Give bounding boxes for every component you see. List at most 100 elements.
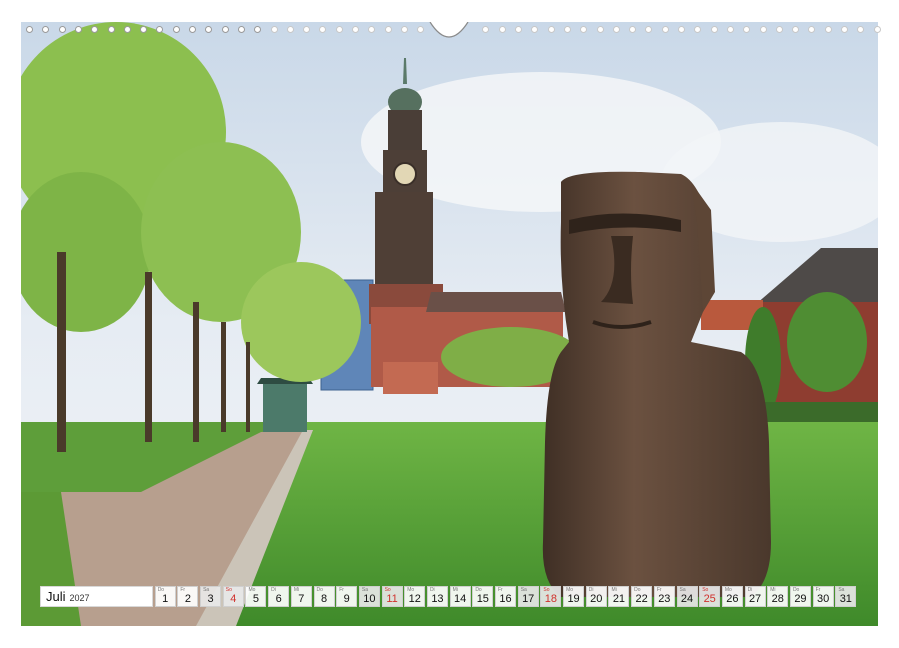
day-number: 14 [454,593,467,605]
binding-ring [808,26,816,33]
binding-ring [775,26,783,33]
day-cell: Di 27 [744,586,766,607]
binding-ring [482,26,490,33]
day-number: 21 [612,593,626,605]
day-number: 9 [343,593,350,605]
day-number: 1 [162,593,169,605]
day-cell: Fr 2 [177,586,199,607]
binding-ring [873,26,881,33]
day-cell: Do 1 [154,586,176,607]
day-cell: Di 6 [268,586,290,607]
day-cell: Fr 9 [336,586,358,607]
binding-ring [759,26,767,33]
day-number: 26 [726,593,739,605]
day-number: 16 [499,593,512,605]
binding-ring [743,26,751,33]
day-cell: Fr 23 [653,586,675,607]
day-cell: Sa 3 [200,586,222,607]
day-number: 6 [275,593,282,605]
kiosk [263,384,307,432]
binding-ring [384,26,392,33]
binding-ring [205,26,213,33]
binding-ring [710,26,718,33]
day-cell: Sa 17 [517,586,539,607]
binding-ring [417,26,425,33]
binding-ring [352,26,359,33]
binding-ring [319,26,327,33]
day-number: 31 [839,593,852,605]
binding-ring [335,26,343,33]
day-number: 24 [680,593,694,605]
day-number: 22 [635,593,648,605]
day-cell: So 11 [381,586,403,607]
year: 2027 [69,592,90,603]
day-cell: Mi 14 [449,586,471,607]
binding-ring [596,26,604,33]
day-number: 8 [320,593,328,605]
binding-ring [303,26,311,33]
clock-face [393,162,417,186]
day-cell: Di 13 [426,586,448,607]
day-number: 11 [386,593,398,605]
photo-scene [21,22,878,626]
binding-ring [123,26,131,33]
day-number: 19 [567,593,580,605]
binding-ring [629,26,637,33]
day-cell: Fr 16 [495,586,516,607]
day-cell: Fr 30 [812,586,834,607]
binding-ring [140,26,148,33]
binding-ring [400,26,408,33]
binding-ring [189,26,196,33]
binding-ring [612,26,620,33]
binding-ring [42,26,50,33]
day-cell: Do 8 [313,586,335,607]
binding-ring [563,26,571,33]
day-number: 2 [184,593,191,605]
day-number: 29 [794,593,807,605]
day-cell: Mi 7 [290,586,312,607]
small-building [383,362,438,394]
day-number: 30 [817,593,830,605]
day-number: 23 [658,593,671,605]
binding-ring [286,26,294,33]
day-cell: So 25 [699,586,721,607]
binding-ring [26,26,33,33]
day-number: 5 [252,593,259,605]
binding-ring [237,26,245,33]
month-name: Juli [46,589,66,604]
binding-ring [172,26,180,33]
day-cell: Di 20 [585,586,607,607]
hanger-notch [428,18,470,38]
day-cell: Mo 12 [404,586,426,607]
binding-ring [580,26,588,33]
binding-ring [547,26,555,33]
day-cell: Sa 31 [835,586,857,607]
day-number: 3 [207,593,214,605]
binding-ring [270,26,278,33]
day-number: 7 [298,593,305,605]
binding-ring [841,26,848,33]
day-cell: Mi 28 [767,586,789,607]
binding-ring [857,26,865,33]
day-number: 4 [230,593,237,605]
binding-ring [694,26,702,33]
binding-ring [645,26,653,33]
day-cell: Mo 19 [563,586,585,607]
binding-ring [156,26,164,33]
day-number: 13 [431,593,444,605]
day-cells: Do 1 Fr 2 Sa 3 So 4 Mo 5 Di 6 Mi 7 Do 8 Fr 9 Sa 10 So 11 Mo 12 D… [154,586,858,607]
binding-ring [824,26,832,33]
calendar-photo [21,22,878,626]
binding-ring [254,26,262,33]
tree [787,292,867,392]
calendar-strip: Juli 2027 Do 1 Fr 2 Sa 3 So 4 Mo 5 Di 6 Mi 7 Do 8 Fr 9 Sa 1… [40,586,858,607]
binding-ring [792,26,800,33]
day-cell: Mo 26 [721,586,743,607]
binding-ring [107,26,115,33]
day-cell: Mo 5 [245,586,267,607]
day-number: 25 [703,593,716,605]
day-cell: So 4 [222,586,244,607]
day-cell: Sa 24 [676,586,698,607]
binding-ring [74,26,82,33]
month-label-box: Juli 2027 [40,586,153,607]
